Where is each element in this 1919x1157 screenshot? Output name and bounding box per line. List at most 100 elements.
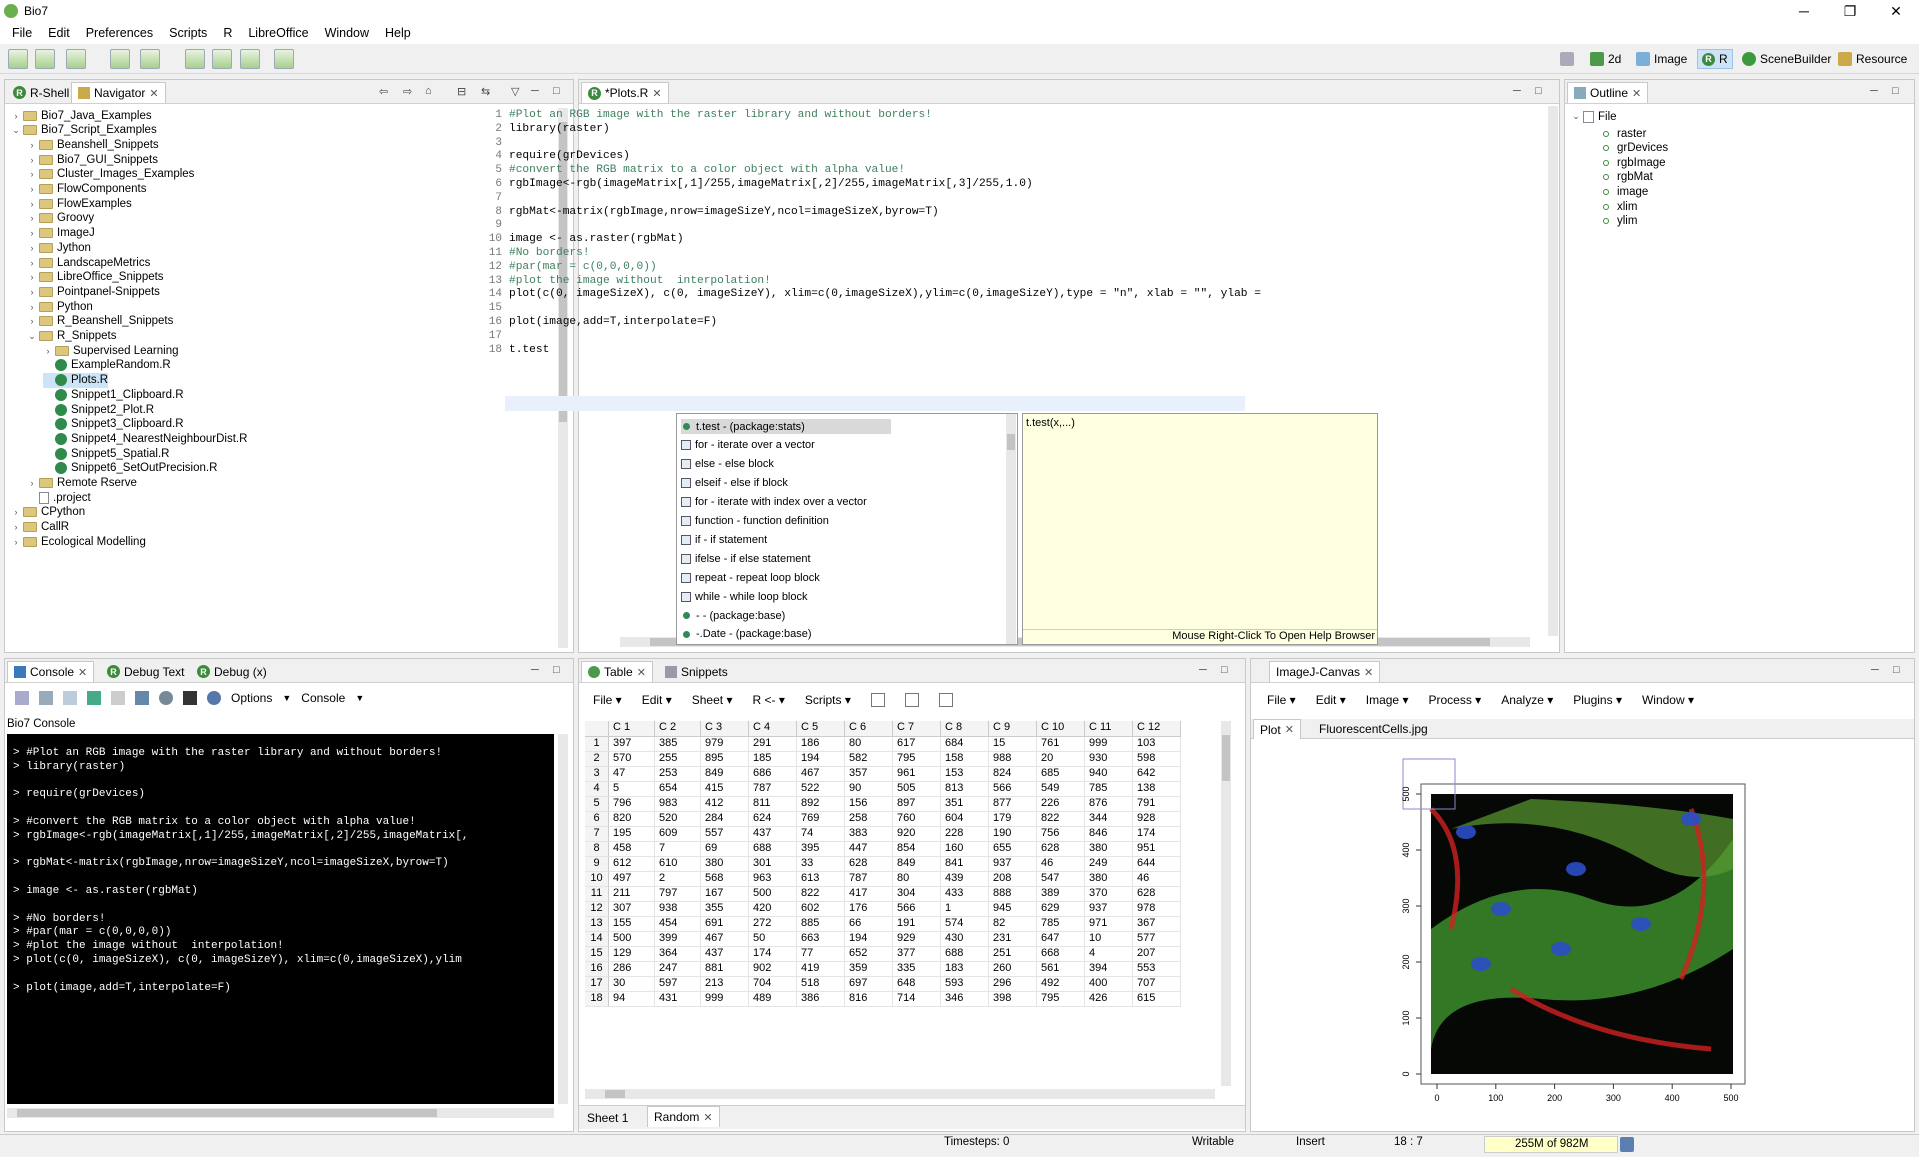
table-cell[interactable]: 999 <box>1085 737 1133 752</box>
column-header[interactable]: C 2 <box>655 721 701 737</box>
table-cell[interactable]: 364 <box>655 947 701 962</box>
table-cell[interactable]: 654 <box>655 782 701 797</box>
expand-arrow-icon[interactable]: › <box>27 478 37 488</box>
code-line[interactable]: rgbImage<-rgb(imageMatrix[,1]/255,imageM… <box>509 178 1033 190</box>
autocomplete-item[interactable]: elseif - else if block <box>681 476 1001 491</box>
table-menu-edit[interactable]: Edit ▾ <box>642 693 672 707</box>
table-cell[interactable]: 902 <box>749 962 797 977</box>
perspective-scenebuilder[interactable]: SceneBuilder <box>1742 49 1831 69</box>
imagej-menu-file[interactable]: File ▾ <box>1267 693 1296 707</box>
table-cell[interactable]: 160 <box>941 842 989 857</box>
minimize-button[interactable]: ─ <box>1781 0 1827 22</box>
table-cell[interactable]: 307 <box>609 902 655 917</box>
table-cell[interactable]: 684 <box>941 737 989 752</box>
tree-item[interactable]: ExampleRandom.R <box>43 358 171 373</box>
table-cell[interactable]: 174 <box>749 947 797 962</box>
outline-item[interactable]: image <box>1603 184 1648 199</box>
expand-arrow-icon[interactable]: › <box>27 228 37 238</box>
column-header[interactable]: C 3 <box>701 721 749 737</box>
expand-arrow-icon[interactable]: › <box>27 155 37 165</box>
table-cell[interactable]: 46 <box>1133 872 1181 887</box>
tree-item[interactable]: › Python <box>27 299 93 314</box>
table-cell[interactable]: 597 <box>655 977 701 992</box>
table-cell[interactable]: 367 <box>1133 917 1181 932</box>
tree-item[interactable]: Snippet3_Clipboard.R <box>43 417 184 432</box>
table-cell[interactable]: 380 <box>1085 872 1133 887</box>
tree-item[interactable]: › CPython <box>11 505 86 520</box>
new-file-icon[interactable] <box>185 49 205 69</box>
autocomplete-scrollbar[interactable] <box>1006 414 1016 644</box>
table-cell[interactable]: 386 <box>797 992 845 1007</box>
code-line[interactable]: #No borders! <box>509 247 590 259</box>
code-line[interactable]: #par(mar = c(0,0,0,0)) <box>509 261 657 273</box>
tab-navigator[interactable]: Navigator ✕ <box>71 82 166 103</box>
code-line[interactable]: #convert the RGB matrix to a color objec… <box>509 164 905 176</box>
close-icon[interactable]: ✕ <box>1285 723 1294 736</box>
table-cell[interactable]: 33 <box>797 857 845 872</box>
autocomplete-item[interactable]: while - while loop block <box>681 589 1001 604</box>
tab-debug-text[interactable]: R Debug Text <box>101 661 191 682</box>
table-cell[interactable]: 885 <box>797 917 845 932</box>
table-cell[interactable]: 500 <box>609 932 655 947</box>
table-cell[interactable]: 971 <box>1085 917 1133 932</box>
perspective-image[interactable]: Image <box>1636 49 1687 69</box>
column-header[interactable]: C 8 <box>941 721 989 737</box>
table-cell[interactable]: 820 <box>609 812 655 827</box>
table-cell[interactable]: 258 <box>845 812 893 827</box>
autocomplete-item[interactable]: t.test - (package:stats) <box>681 419 891 434</box>
code-line[interactable]: image <- as.raster(rgbMat) <box>509 233 684 245</box>
tree-item[interactable]: › Pointpanel-Snippets <box>27 284 160 299</box>
table-cell[interactable]: 685 <box>1037 767 1085 782</box>
column-header[interactable]: C 10 <box>1037 721 1085 737</box>
perspective-resource[interactable]: Resource <box>1838 49 1907 69</box>
column-header[interactable]: C 1 <box>609 721 655 737</box>
window-icon[interactable] <box>135 691 149 705</box>
table-cell[interactable]: 761 <box>1037 737 1085 752</box>
table-cell[interactable]: 615 <box>1133 992 1181 1007</box>
table-cell[interactable]: 518 <box>797 977 845 992</box>
maximize-view-icon[interactable]: □ <box>1221 664 1228 676</box>
tree-item[interactable]: › Beanshell_Snippets <box>27 137 159 152</box>
table-cell[interactable]: 15 <box>989 737 1037 752</box>
table-cell[interactable]: 663 <box>797 932 845 947</box>
table-cell[interactable]: 489 <box>749 992 797 1007</box>
tree-item[interactable]: Snippet4_NearestNeighbourDist.R <box>43 431 247 446</box>
table-cell[interactable]: 811 <box>749 797 797 812</box>
outline-item[interactable]: rgbImage <box>1603 155 1666 170</box>
table-cell[interactable]: 437 <box>701 947 749 962</box>
table-cell[interactable]: 707 <box>1133 977 1181 992</box>
table-cell[interactable]: 791 <box>1133 797 1181 812</box>
table-rows-icon[interactable] <box>904 693 919 707</box>
row-header[interactable]: 14 <box>585 932 609 947</box>
close-icon[interactable]: ✕ <box>637 666 646 679</box>
table-cell[interactable]: 978 <box>1133 902 1181 917</box>
table-cell[interactable]: 66 <box>845 917 893 932</box>
table-cell[interactable]: 876 <box>1085 797 1133 812</box>
code-line[interactable]: #Plot an RGB image with the raster libra… <box>509 109 932 121</box>
table-cell[interactable]: 602 <box>797 902 845 917</box>
minimize-view-icon[interactable]: ─ <box>1513 85 1521 97</box>
table-cell[interactable]: 153 <box>941 767 989 782</box>
table-cell[interactable]: 822 <box>1037 812 1085 827</box>
table-cell[interactable]: 231 <box>989 932 1037 947</box>
column-header[interactable]: C 5 <box>797 721 845 737</box>
step-icon[interactable] <box>110 49 130 69</box>
table-cell[interactable]: 505 <box>893 782 941 797</box>
table-cell[interactable]: 929 <box>893 932 941 947</box>
print-icon[interactable] <box>240 49 260 69</box>
table-cell[interactable]: 344 <box>1085 812 1133 827</box>
table-cell[interactable]: 176 <box>845 902 893 917</box>
table-cell[interactable]: 881 <box>701 962 749 977</box>
minimize-view-icon[interactable]: ─ <box>531 664 539 676</box>
table-cell[interactable]: 492 <box>1037 977 1085 992</box>
minimize-view-icon[interactable]: ─ <box>1871 664 1879 676</box>
table-menu-file[interactable]: File ▾ <box>593 693 622 707</box>
table-cell[interactable]: 208 <box>989 872 1037 887</box>
table-cell[interactable]: 849 <box>893 857 941 872</box>
table-cell[interactable]: 628 <box>1133 887 1181 902</box>
collapse-all-icon[interactable]: ⊟ <box>457 85 466 98</box>
tree-item[interactable]: › Ecological Modelling <box>11 534 146 549</box>
table-cell[interactable]: 260 <box>989 962 1037 977</box>
tree-item[interactable]: Snippet2_Plot.R <box>43 402 154 417</box>
table-cell[interactable]: 983 <box>655 797 701 812</box>
